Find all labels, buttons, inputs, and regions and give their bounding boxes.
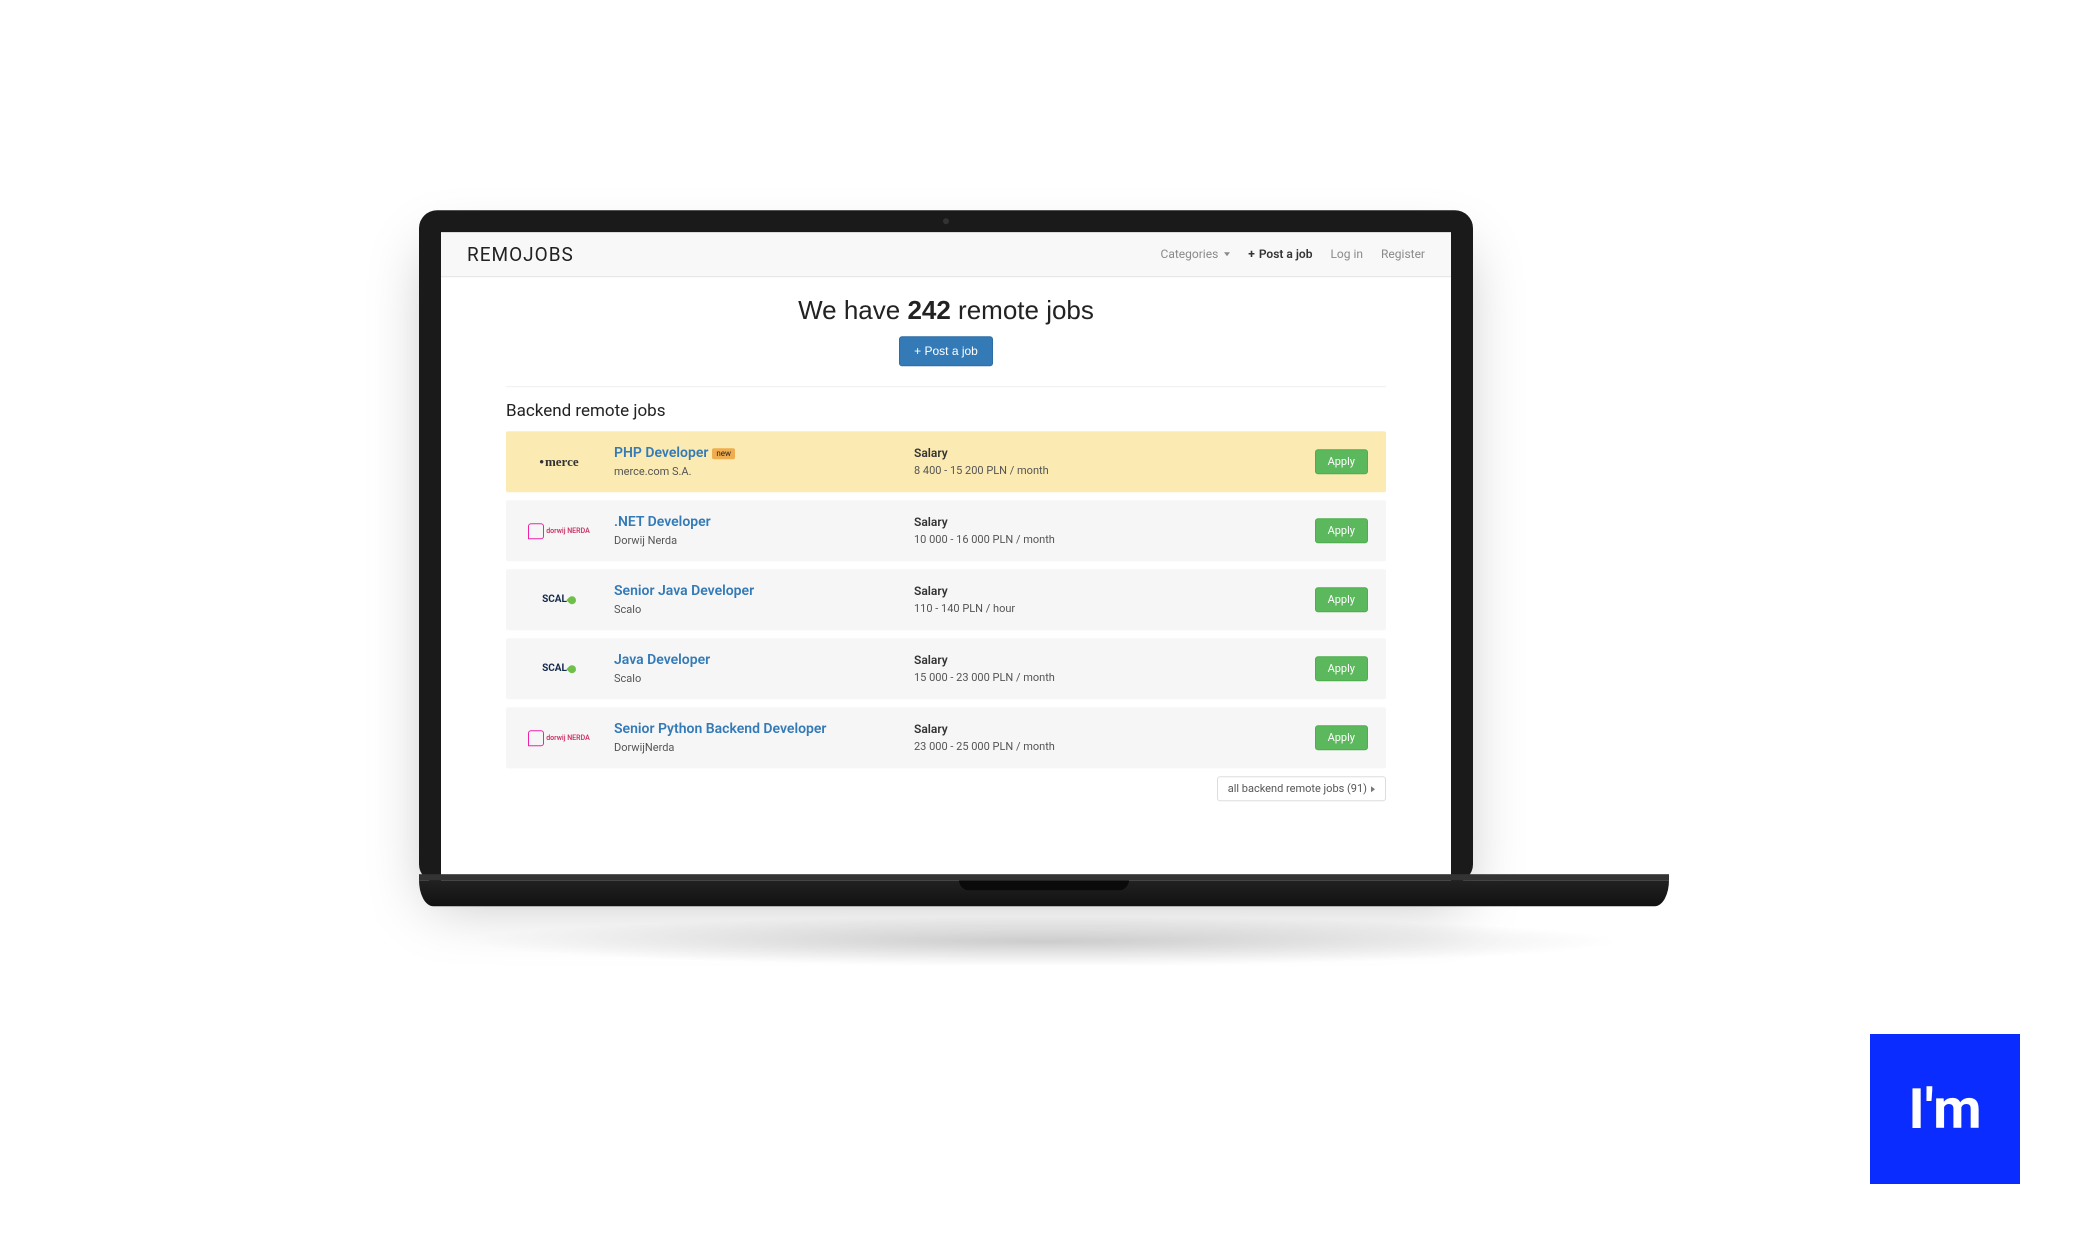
apply-button[interactable]: Apply bbox=[1315, 449, 1368, 474]
hero-prefix: We have bbox=[798, 295, 907, 325]
plus-icon: + bbox=[1248, 247, 1255, 261]
nav-post-a-job[interactable]: + Post a job bbox=[1248, 247, 1312, 261]
company-logo: merce bbox=[524, 449, 594, 475]
job-title-link[interactable]: Java Developer bbox=[614, 652, 914, 668]
company-logo: SCAL bbox=[524, 587, 594, 613]
laptop-base bbox=[419, 880, 1669, 906]
section-title: Backend remote jobs bbox=[506, 401, 1386, 421]
company-logo: dorwij NERDA bbox=[524, 518, 594, 544]
job-company: Dorwij Nerda bbox=[614, 534, 914, 547]
nav-register[interactable]: Register bbox=[1381, 247, 1425, 261]
nav-login[interactable]: Log in bbox=[1330, 247, 1363, 261]
hero-title: We have 242 remote jobs bbox=[441, 295, 1451, 326]
footer-link-text: all backend remote jobs (91) bbox=[1228, 782, 1367, 795]
brand-logo[interactable]: REMOJOBS bbox=[467, 243, 574, 266]
job-row[interactable]: SCAL Senior Java Developer ScaloSalary 110 … bbox=[506, 569, 1386, 630]
salary-value: 8 400 - 15 200 PLN / month bbox=[914, 464, 1144, 477]
salary-value: 10 000 - 16 000 PLN / month bbox=[914, 533, 1144, 546]
laptop-shadow bbox=[464, 916, 1624, 966]
company-logo: dorwij NERDA bbox=[524, 725, 594, 751]
salary-label: Salary bbox=[914, 515, 1144, 529]
job-title-link[interactable]: Senior Python Backend Developer bbox=[614, 721, 914, 737]
laptop-frame: REMOJOBS Categories + Post a job Log in bbox=[419, 210, 1669, 966]
salary-label: Salary bbox=[914, 722, 1144, 736]
job-title-link[interactable]: .NET Developer bbox=[614, 514, 914, 530]
job-row[interactable]: dorwij NERDA .NET Developer Dorwij NerdaSa… bbox=[506, 500, 1386, 561]
hero-count: 242 bbox=[907, 295, 950, 325]
all-backend-jobs-link[interactable]: all backend remote jobs (91) bbox=[1217, 776, 1386, 801]
apply-button[interactable]: Apply bbox=[1315, 725, 1368, 750]
job-company: Scalo bbox=[614, 672, 914, 685]
job-company: DorwijNerda bbox=[614, 741, 914, 754]
nav-post-label: Post a job bbox=[1259, 247, 1313, 261]
nav-categories[interactable]: Categories bbox=[1161, 247, 1231, 261]
salary-value: 23 000 - 25 000 PLN / month bbox=[914, 740, 1144, 753]
post-a-job-button[interactable]: + Post a job bbox=[899, 336, 993, 366]
job-title-link[interactable]: PHP Developernew bbox=[614, 445, 914, 461]
navbar: REMOJOBS Categories + Post a job Log in bbox=[441, 232, 1451, 277]
new-badge: new bbox=[712, 448, 735, 459]
hero-suffix: remote jobs bbox=[951, 295, 1094, 325]
hero: We have 242 remote jobs + Post a job bbox=[441, 277, 1451, 374]
company-logo: SCAL bbox=[524, 656, 594, 682]
watermark-badge: I'm bbox=[1870, 1034, 2020, 1184]
nav-categories-label: Categories bbox=[1161, 247, 1219, 261]
apply-button[interactable]: Apply bbox=[1315, 587, 1368, 612]
job-row[interactable]: merce PHP Developernew merce.com S.A.Salar… bbox=[506, 431, 1386, 492]
divider bbox=[506, 386, 1386, 387]
salary-value: 110 - 140 PLN / hour bbox=[914, 602, 1144, 615]
salary-label: Salary bbox=[914, 446, 1144, 460]
job-title-link[interactable]: Senior Java Developer bbox=[614, 583, 914, 599]
job-row[interactable]: dorwij NERDA Senior Python Backend Develo… bbox=[506, 707, 1386, 768]
caret-down-icon bbox=[1224, 252, 1230, 256]
job-company: merce.com S.A. bbox=[614, 465, 914, 478]
chevron-right-icon bbox=[1371, 786, 1375, 792]
salary-label: Salary bbox=[914, 653, 1144, 667]
apply-button[interactable]: Apply bbox=[1315, 518, 1368, 543]
camera-dot bbox=[943, 218, 949, 224]
job-company: Scalo bbox=[614, 603, 914, 616]
salary-value: 15 000 - 23 000 PLN / month bbox=[914, 671, 1144, 684]
job-row[interactable]: SCAL Java Developer ScaloSalary 15 000 - 23… bbox=[506, 638, 1386, 699]
salary-label: Salary bbox=[914, 584, 1144, 598]
apply-button[interactable]: Apply bbox=[1315, 656, 1368, 681]
